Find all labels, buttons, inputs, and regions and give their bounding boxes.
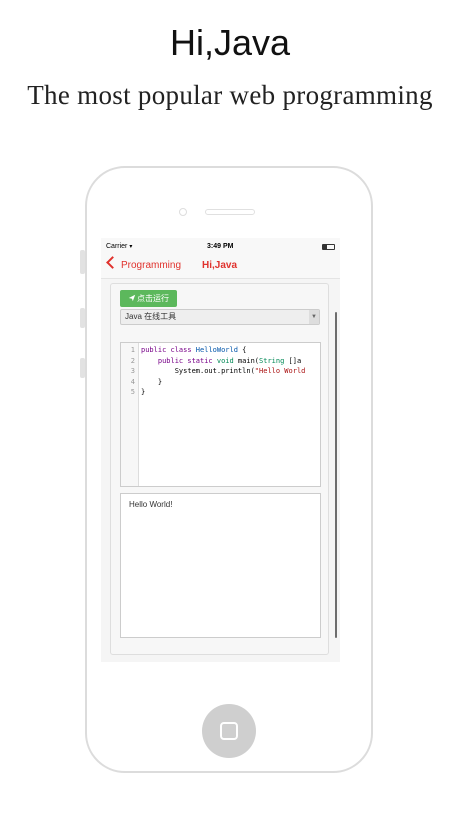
- front-camera: [179, 208, 187, 216]
- output-text: Hello World!: [129, 500, 173, 509]
- home-button[interactable]: [202, 704, 256, 758]
- panel-scrollbar[interactable]: [335, 312, 337, 638]
- code-line: public static void main(String []a: [141, 357, 301, 365]
- carrier-label: Carrier ▾: [106, 243, 132, 250]
- send-icon: [128, 294, 136, 302]
- language-select[interactable]: Java 在线工具 ▼: [120, 309, 320, 325]
- wifi-icon: ▾: [129, 244, 133, 250]
- code-token: HelloWorld: [195, 346, 238, 354]
- code-token: public static: [141, 356, 217, 365]
- back-button-label: Programming: [121, 260, 182, 271]
- status-bar: Carrier ▾ 3:49 PM: [101, 238, 340, 256]
- battery-fill: [323, 245, 327, 249]
- code-token: []a: [284, 356, 302, 365]
- code-token: void: [216, 356, 234, 365]
- navigation-bar: Programming Hi,Java: [101, 256, 340, 279]
- code-panel: 点击运行 Java 在线工具 ▼ 1 2 3 4 5 public class Hell…: [110, 283, 329, 655]
- home-square-icon: [220, 722, 238, 740]
- line-number: 1: [130, 346, 135, 354]
- run-button[interactable]: 点击运行: [120, 290, 177, 307]
- code-line: System.out.println("Hello World: [141, 367, 306, 375]
- code-token: public class: [141, 346, 196, 354]
- line-number: 3: [130, 367, 135, 375]
- code-line: }: [141, 378, 162, 386]
- app-screen: Carrier ▾ 3:49 PM Programming Hi,Java 点击运…: [101, 238, 340, 662]
- nav-title: Hi,Java: [202, 260, 238, 271]
- earpiece-speaker: [205, 209, 255, 215]
- line-number: 5: [130, 388, 135, 396]
- code-token: System.out.println(: [141, 367, 255, 375]
- code-token: {: [237, 346, 247, 354]
- code-line: }: [141, 388, 145, 396]
- battery-icon: [322, 244, 335, 250]
- carrier-text: Carrier: [106, 243, 128, 250]
- code-line: public class HelloWorld {: [141, 346, 246, 354]
- code-token: }: [141, 388, 146, 396]
- run-button-label: 点击运行: [137, 294, 169, 303]
- back-button[interactable]: Programming: [106, 256, 182, 271]
- code-token: "Hello World: [254, 367, 306, 375]
- code-token: main(: [233, 356, 260, 365]
- line-number-gutter: 1 2 3 4 5: [121, 343, 139, 486]
- code-token: }: [141, 377, 163, 386]
- page-headline: Hi,Java: [169, 22, 291, 63]
- code-token: String: [259, 356, 285, 365]
- chevron-left-icon: [106, 256, 119, 269]
- line-number: 2: [130, 356, 135, 365]
- line-number: 4: [130, 377, 135, 386]
- page-subtitle: The most popular web programming: [27, 80, 433, 110]
- language-select-value: Java 在线工具: [125, 312, 177, 321]
- dropdown-arrow-icon: ▼: [309, 310, 319, 324]
- code-editor[interactable]: 1 2 3 4 5 public class HelloWorld { public s…: [120, 342, 321, 487]
- output-console: Hello World!: [120, 493, 321, 638]
- status-time: 3:49 PM: [207, 243, 234, 250]
